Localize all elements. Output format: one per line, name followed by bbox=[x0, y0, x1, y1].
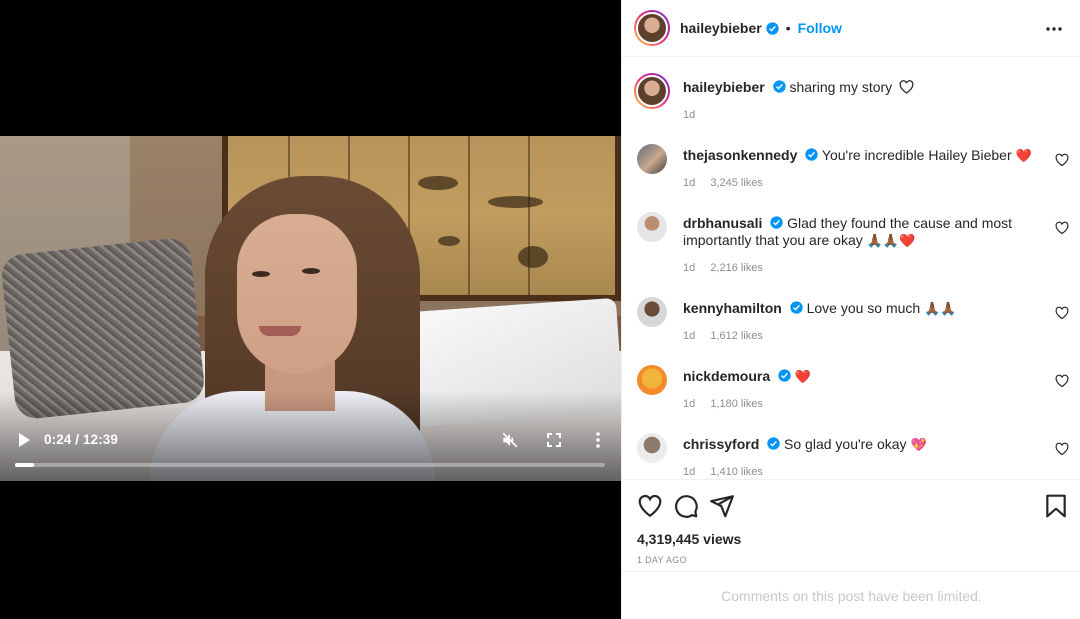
view-count: 4,319,445 views bbox=[637, 531, 742, 547]
comment-age: 1d bbox=[683, 330, 696, 342]
comment-emoji: ❤️ bbox=[794, 369, 812, 384]
comment-icon[interactable] bbox=[673, 493, 699, 519]
comment-username[interactable]: thejasonkennedy bbox=[683, 147, 797, 163]
time-display: 0:24 / 12:39 bbox=[44, 432, 118, 447]
video-more-button[interactable] bbox=[588, 430, 608, 450]
verified-badge-icon bbox=[766, 21, 779, 35]
video-progress-bar[interactable] bbox=[15, 463, 605, 467]
post-options-button[interactable] bbox=[1043, 19, 1065, 39]
comment-like-heart-icon[interactable] bbox=[1055, 306, 1069, 320]
person-mouth bbox=[259, 326, 301, 336]
comment-avatar[interactable] bbox=[637, 433, 667, 463]
comment-text: So glad you're okay bbox=[784, 436, 907, 452]
heart-icon[interactable] bbox=[637, 493, 663, 519]
post-actions: 4,319,445 views 1 DAY AGO bbox=[622, 479, 1080, 571]
play-icon bbox=[19, 433, 30, 447]
author-avatar[interactable] bbox=[634, 10, 670, 46]
fullscreen-button[interactable] bbox=[544, 430, 564, 450]
comment-username[interactable]: chrissyford bbox=[683, 436, 759, 452]
verified-badge-icon bbox=[767, 437, 780, 450]
share-icon[interactable] bbox=[709, 493, 735, 519]
mute-button[interactable] bbox=[500, 430, 520, 450]
post-header: haileybieber • Follow bbox=[622, 0, 1080, 57]
caption-text: sharing my story bbox=[789, 79, 893, 95]
comment-likes[interactable]: 1,180 likes bbox=[710, 398, 763, 410]
comment-avatar[interactable] bbox=[637, 365, 667, 395]
more-vertical-icon bbox=[596, 432, 600, 448]
verified-badge-icon bbox=[772, 80, 786, 93]
comment-emoji: 🙏🏾🙏🏾❤️ bbox=[866, 233, 916, 248]
comment-like-heart-icon[interactable] bbox=[1055, 442, 1069, 456]
more-horizontal-icon bbox=[1046, 27, 1062, 31]
comment-likes[interactable]: 2,216 likes bbox=[710, 262, 763, 274]
verified-badge-icon bbox=[770, 216, 783, 229]
comment-age: 1d bbox=[683, 398, 696, 410]
play-button[interactable] bbox=[14, 430, 34, 450]
comment-username[interactable]: kennyhamilton bbox=[683, 300, 782, 316]
comments-limited-text: Comments on this post have been limited. bbox=[721, 587, 982, 604]
comment-like-heart-icon[interactable] bbox=[1055, 221, 1069, 235]
caption-age: 1d bbox=[683, 109, 696, 121]
heart-outline-icon bbox=[899, 80, 914, 94]
comment-avatar[interactable] bbox=[637, 144, 667, 174]
mute-icon bbox=[502, 432, 518, 448]
video-player[interactable]: 0:24 / 12:39 bbox=[0, 0, 621, 619]
verified-badge-icon bbox=[805, 148, 818, 161]
comments-list[interactable]: haileybieber sharing my story 1d thejaso… bbox=[622, 57, 1080, 479]
author-username[interactable]: haileybieber bbox=[680, 20, 762, 36]
post-sidebar: haileybieber • Follow haileybieber shari… bbox=[621, 0, 1080, 619]
follow-button[interactable]: Follow bbox=[798, 20, 842, 36]
comment-emoji: ❤️ bbox=[1015, 148, 1032, 163]
comment-likes[interactable]: 1,612 likes bbox=[710, 330, 763, 342]
fullscreen-icon bbox=[547, 433, 561, 447]
comment-like-heart-icon[interactable] bbox=[1055, 374, 1069, 388]
comment-likes[interactable]: 3,245 likes bbox=[710, 177, 763, 189]
verified-badge-icon bbox=[790, 301, 803, 314]
comment-age: 1d bbox=[683, 262, 696, 274]
person-face bbox=[237, 214, 357, 374]
comments-limited-bar: Comments on this post have been limited. bbox=[622, 571, 1080, 619]
video-frame[interactable] bbox=[0, 136, 621, 481]
comment-age: 1d bbox=[683, 466, 696, 478]
comment-emoji: 💖 bbox=[910, 437, 927, 452]
comment-avatar[interactable] bbox=[637, 297, 667, 327]
comment-age: 1d bbox=[683, 177, 696, 189]
comment-username[interactable]: drbhanusali bbox=[683, 215, 762, 231]
comment-text: Love you so much bbox=[806, 300, 921, 316]
person-eye bbox=[302, 268, 320, 274]
post-timestamp[interactable]: 1 DAY AGO bbox=[637, 555, 687, 565]
person-eye bbox=[252, 271, 270, 277]
verified-badge-icon bbox=[778, 369, 791, 382]
comment-like-heart-icon[interactable] bbox=[1055, 153, 1069, 167]
comment-likes[interactable]: 1,410 likes bbox=[710, 466, 763, 478]
caption-avatar[interactable] bbox=[634, 73, 670, 109]
bookmark-icon[interactable] bbox=[1043, 493, 1069, 519]
comment-text: You're incredible Hailey Bieber bbox=[821, 147, 1012, 163]
video-progress-fill bbox=[15, 463, 34, 467]
comment-avatar[interactable] bbox=[637, 212, 667, 242]
comment-username[interactable]: nickdemoura bbox=[683, 368, 770, 384]
caption-username[interactable]: haileybieber bbox=[683, 79, 765, 95]
header-separator: • bbox=[785, 20, 791, 36]
comment-emoji: 🙏🏾🙏🏾 bbox=[924, 301, 957, 316]
